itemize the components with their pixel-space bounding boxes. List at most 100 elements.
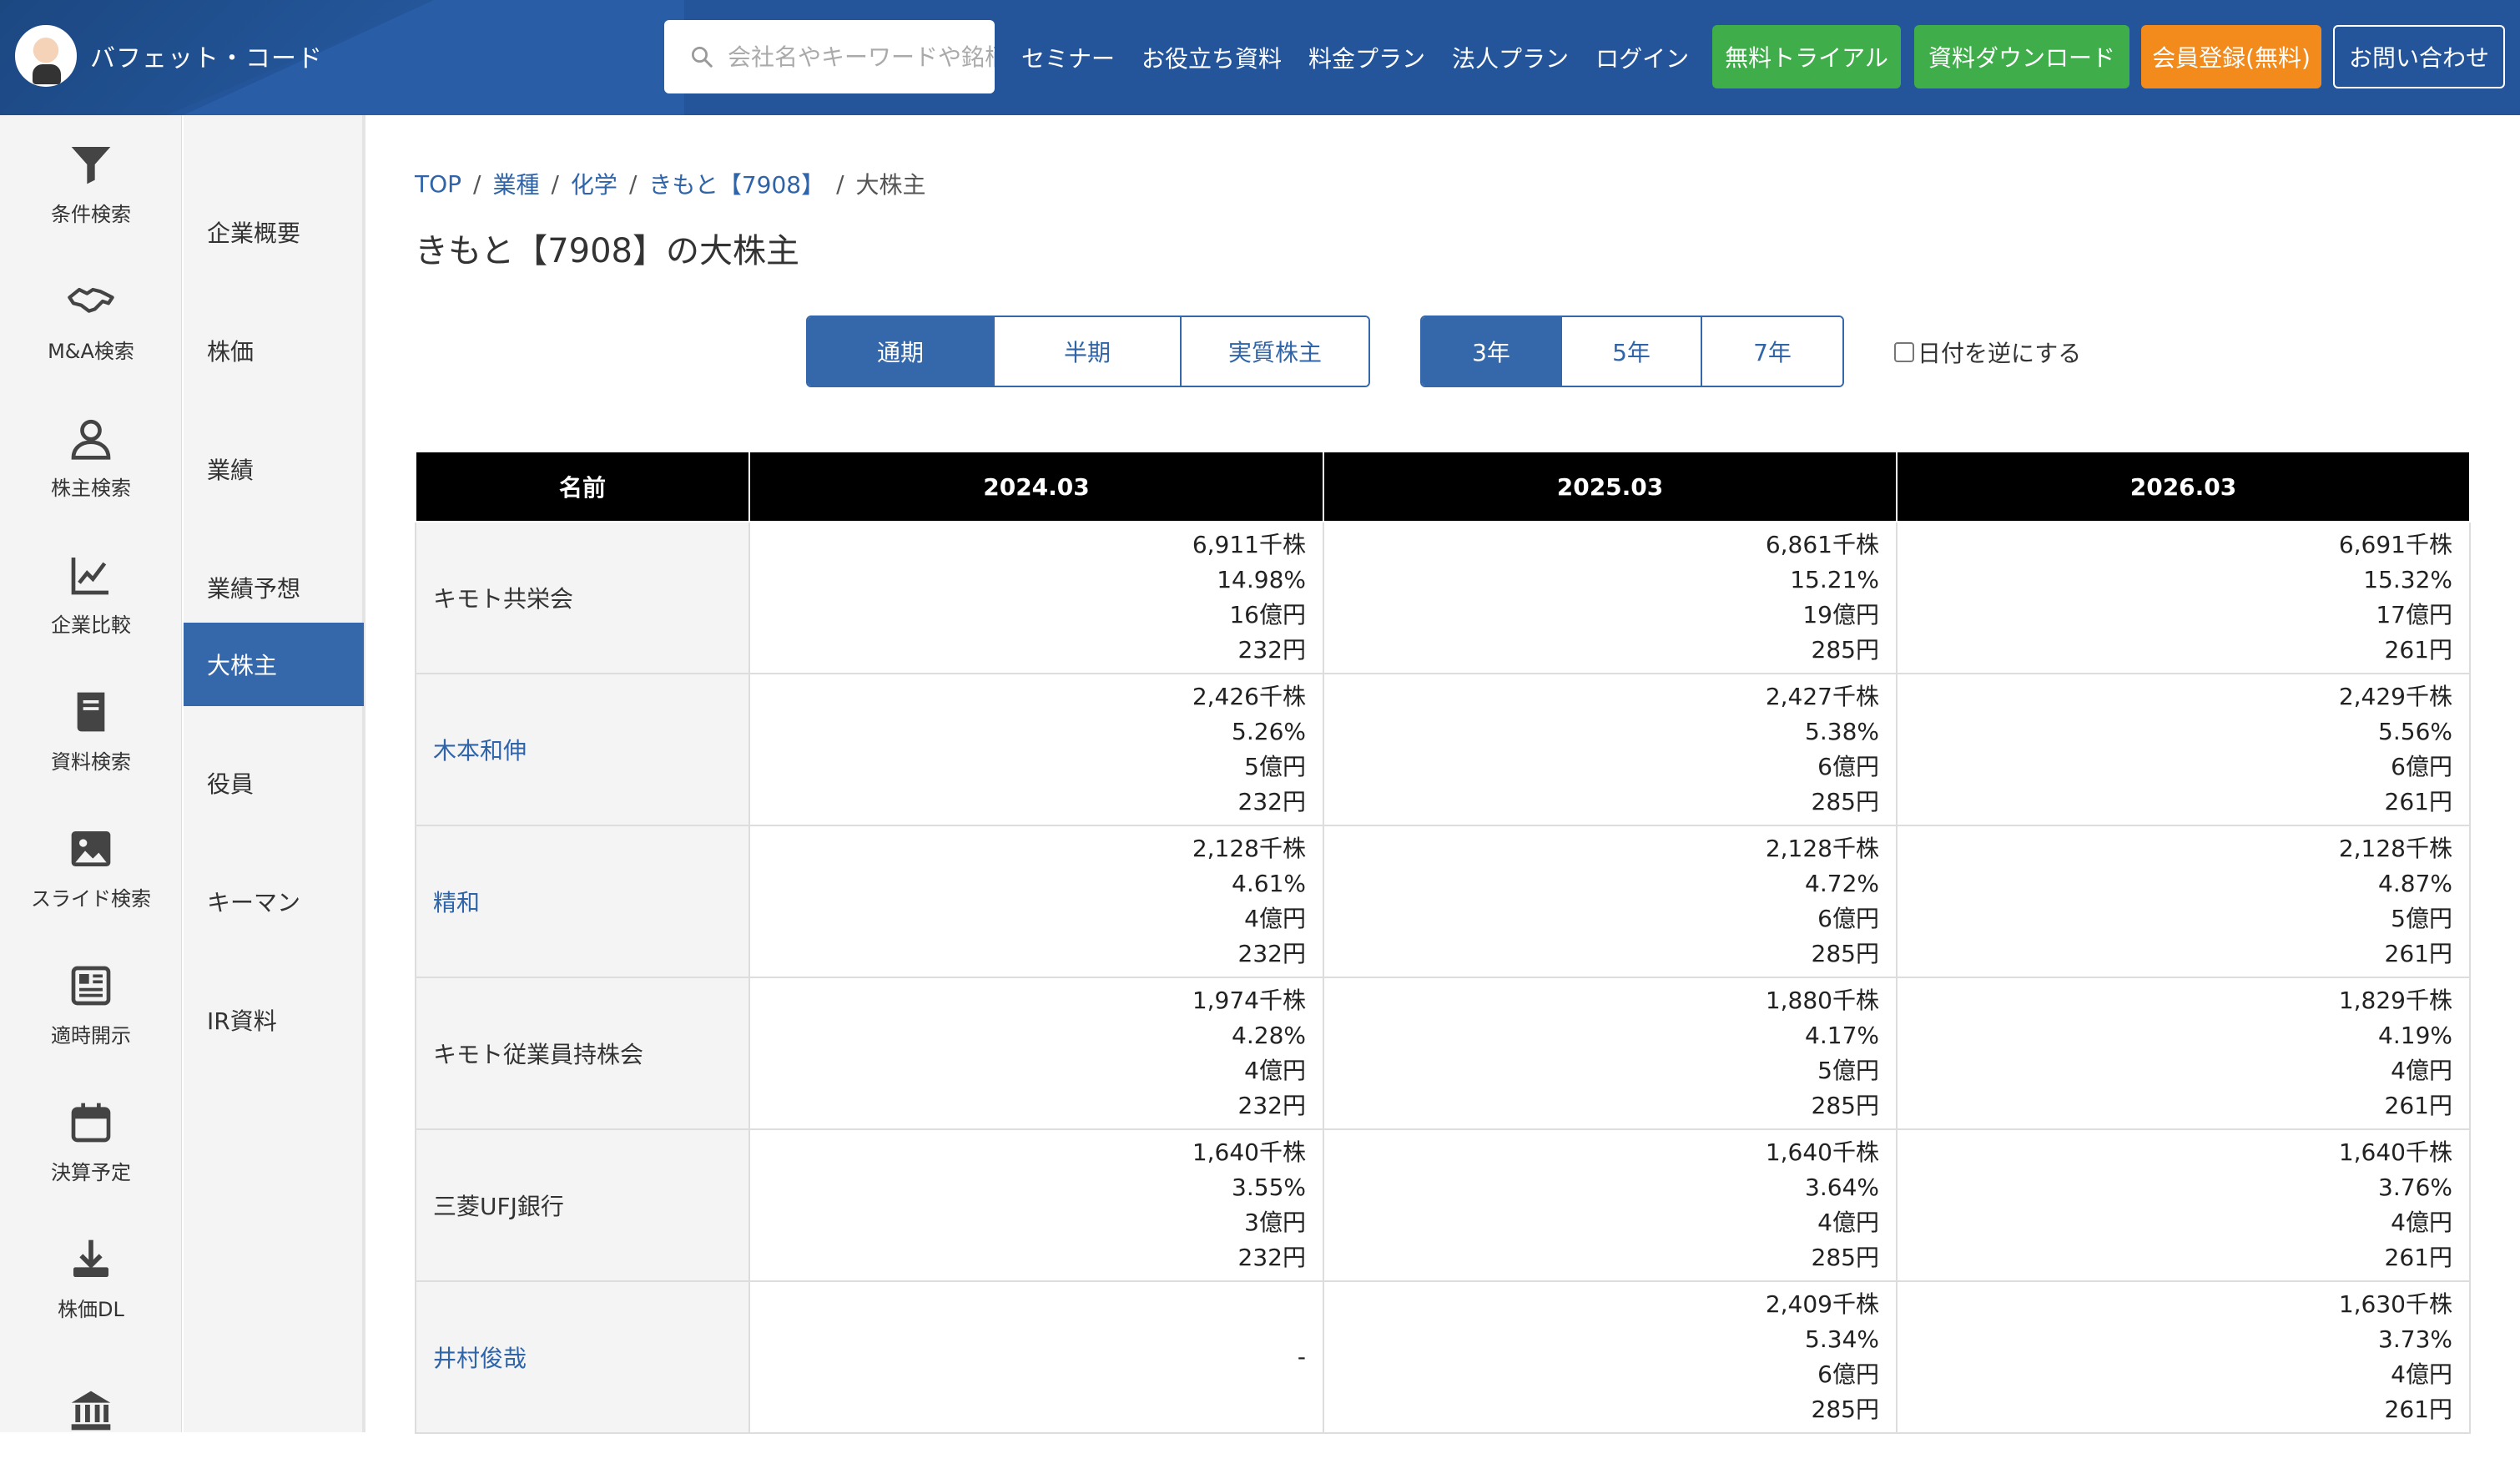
holding-cell: 6,861千株 15.21% 19億円 285円 [1323, 521, 1898, 674]
breadcrumb-industry[interactable]: 業種 [492, 167, 539, 200]
sidebar-item-shareholder-search[interactable]: 株主検索 [0, 389, 182, 526]
filter-icon [71, 146, 111, 184]
market-value: 17億円 [2376, 601, 2452, 628]
subnav-item-officers[interactable]: 役員 [184, 741, 364, 825]
table-row: 精和 2,128千株 4.61% 4億円 232円 2,128千株 4.72% 6億円 28… [415, 825, 2471, 978]
download-materials-button[interactable]: 資料ダウンロード [1914, 25, 2129, 88]
sidebar-item-condition-search[interactable]: 条件検索 [0, 115, 182, 252]
price-value: 261円 [2384, 1244, 2452, 1271]
nav-seminar[interactable]: セミナー [1021, 41, 1115, 74]
logo-text: バフェット・コード [90, 44, 323, 73]
subnav-item-stock-price[interactable]: 株価 [184, 309, 364, 392]
sidebar-item-bank[interactable] [0, 1347, 182, 1484]
breadcrumb-separator: / [473, 169, 481, 198]
breadcrumb-separator: / [836, 169, 844, 198]
price-value: 232円 [1237, 636, 1306, 664]
holding-cell: 1,974千株 4.28% 4億円 232円 [748, 977, 1324, 1130]
sidebar-item-document-search[interactable]: 資料検索 [0, 663, 182, 800]
shareholder-name: キモト従業員持株会 [415, 977, 750, 1130]
breadcrumb-top[interactable]: TOP [415, 170, 461, 198]
tab-annual[interactable]: 通期 [808, 317, 995, 386]
subnav-item-ir-materials[interactable]: IR資料 [184, 978, 364, 1062]
market-value: 16億円 [1229, 601, 1306, 628]
market-value: 6億円 [1817, 905, 1879, 932]
sidebar-item-slide-search[interactable]: スライド検索 [0, 800, 182, 936]
reverse-date-toggle[interactable]: 日付を逆にする [1894, 336, 2081, 369]
subnav-item-overview[interactable]: 企業概要 [184, 190, 364, 274]
market-value: 4億円 [1817, 1209, 1879, 1236]
sidebar-item-timely-disclosure[interactable]: 適時開示 [0, 936, 182, 1073]
holding-cell: 2,128千株 4.72% 6億円 285円 [1323, 825, 1898, 978]
shareholder-name: 三菱UFJ銀行 [415, 1128, 750, 1282]
sidebar-item-label: 株主検索 [51, 476, 131, 500]
reverse-date-label: 日付を逆にする [1918, 340, 2082, 367]
price-value: 285円 [1811, 1092, 1879, 1119]
ratio-value: 4.17% [1805, 1022, 1879, 1049]
shares-value: 2,128千株 [1765, 835, 1879, 862]
top-header: バフェット・コード セミナー お役立ち資料 料金プラン 法人プラン ログイン 無… [0, 0, 2520, 115]
sidebar-item-label: M&A検索 [48, 339, 134, 363]
sidebar-item-ma-search[interactable]: M&A検索 [0, 252, 182, 389]
tab-3-years[interactable]: 3年 [1422, 317, 1562, 386]
shareholder-name: キモト共栄会 [415, 521, 750, 674]
market-value: 5億円 [2391, 905, 2452, 932]
search-input[interactable] [728, 43, 995, 71]
ratio-value: 5.38% [1805, 718, 1879, 745]
sidebar-item-label: 株価DL [58, 1297, 124, 1321]
shares-value: 1,630千株 [2338, 1290, 2452, 1318]
ratio-value: 14.98% [1217, 566, 1306, 593]
shareholder-name-link[interactable]: 精和 [415, 825, 750, 978]
sidebar-item-stock-download[interactable]: 株価DL [0, 1210, 182, 1347]
nav-pricing[interactable]: 料金プラン [1308, 41, 1425, 74]
sidebar-item-label: 決算予定 [51, 1160, 131, 1184]
holding-cell: 1,880千株 4.17% 5億円 285円 [1323, 977, 1898, 1130]
book-icon [77, 692, 105, 731]
breadcrumb-company[interactable]: きもと【7908】 [648, 167, 824, 200]
person-icon [71, 419, 111, 460]
bank-icon [71, 1391, 111, 1431]
register-button[interactable]: 会員登録(無料) [2141, 25, 2321, 88]
table-row: キモト共栄会 6,911千株 14.98% 16億円 232円 6,861千株 15.2… [415, 521, 2471, 674]
shares-value: 1,829千株 [2338, 987, 2452, 1014]
free-trial-button[interactable]: 無料トライアル [1712, 25, 1901, 88]
sidebar-item-earnings-schedule[interactable]: 決算予定 [0, 1073, 182, 1210]
breadcrumb-chemical[interactable]: 化学 [571, 167, 617, 200]
logo-avatar-icon [15, 25, 77, 87]
ratio-value: 4.28% [1232, 1022, 1306, 1049]
market-value: 6億円 [2391, 753, 2452, 780]
shareholder-name-link[interactable]: 井村俊哉 [415, 1280, 750, 1434]
tab-7-years[interactable]: 7年 [1702, 317, 1842, 386]
tab-beneficial-shareholders[interactable]: 実質株主 [1182, 317, 1368, 386]
reverse-date-checkbox[interactable] [1894, 342, 1914, 362]
nav-login[interactable]: ログイン [1595, 41, 1689, 74]
nav-corporate-plan[interactable]: 法人プラン [1452, 41, 1569, 74]
subnav-item-forecast[interactable]: 業績予想 [184, 546, 364, 629]
calendar-icon [71, 1103, 111, 1142]
holding-cell: 6,691千株 15.32% 17億円 261円 [1896, 521, 2471, 674]
shares-value: 1,880千株 [1765, 987, 1879, 1014]
shares-value: 6,911千株 [1192, 531, 1306, 558]
ratio-value: 3.76% [2378, 1174, 2452, 1201]
table-row: 三菱UFJ銀行 1,640千株 3.55% 3億円 232円 1,640千株 3.64%… [415, 1128, 2471, 1282]
contact-button[interactable]: お問い合わせ [2333, 25, 2505, 88]
subnav-item-keyman[interactable]: キーマン [184, 860, 364, 943]
shares-value: 1,640千株 [1765, 1138, 1879, 1166]
site-logo[interactable]: バフェット・コード [15, 25, 323, 87]
sidebar-item-label: 資料検索 [51, 750, 131, 774]
table-row: キモト従業員持株会 1,974千株 4.28% 4億円 232円 1,880千株 4.1… [415, 977, 2471, 1130]
shares-value: 1,974千株 [1192, 987, 1306, 1014]
price-value: 261円 [2384, 636, 2452, 664]
price-value: 232円 [1237, 1244, 1306, 1271]
sidebar-item-label: スライド検索 [31, 886, 151, 911]
subnav-item-results[interactable]: 業績 [184, 427, 364, 511]
holding-cell: 2,429千株 5.56% 6億円 261円 [1896, 673, 2471, 826]
holding-cell: 2,409千株 5.34% 6億円 285円 [1323, 1280, 1898, 1434]
tab-5-years[interactable]: 5年 [1562, 317, 1702, 386]
shareholder-name-link[interactable]: 木本和伸 [415, 673, 750, 826]
search-box[interactable] [664, 20, 995, 93]
subnav-item-major-shareholders[interactable]: 大株主 [184, 623, 364, 706]
sidebar-item-company-compare[interactable]: 企業比較 [0, 526, 182, 663]
nav-resources[interactable]: お役立ち資料 [1142, 41, 1282, 74]
ratio-value: 4.61% [1232, 870, 1306, 897]
tab-semiannual[interactable]: 半期 [995, 317, 1182, 386]
